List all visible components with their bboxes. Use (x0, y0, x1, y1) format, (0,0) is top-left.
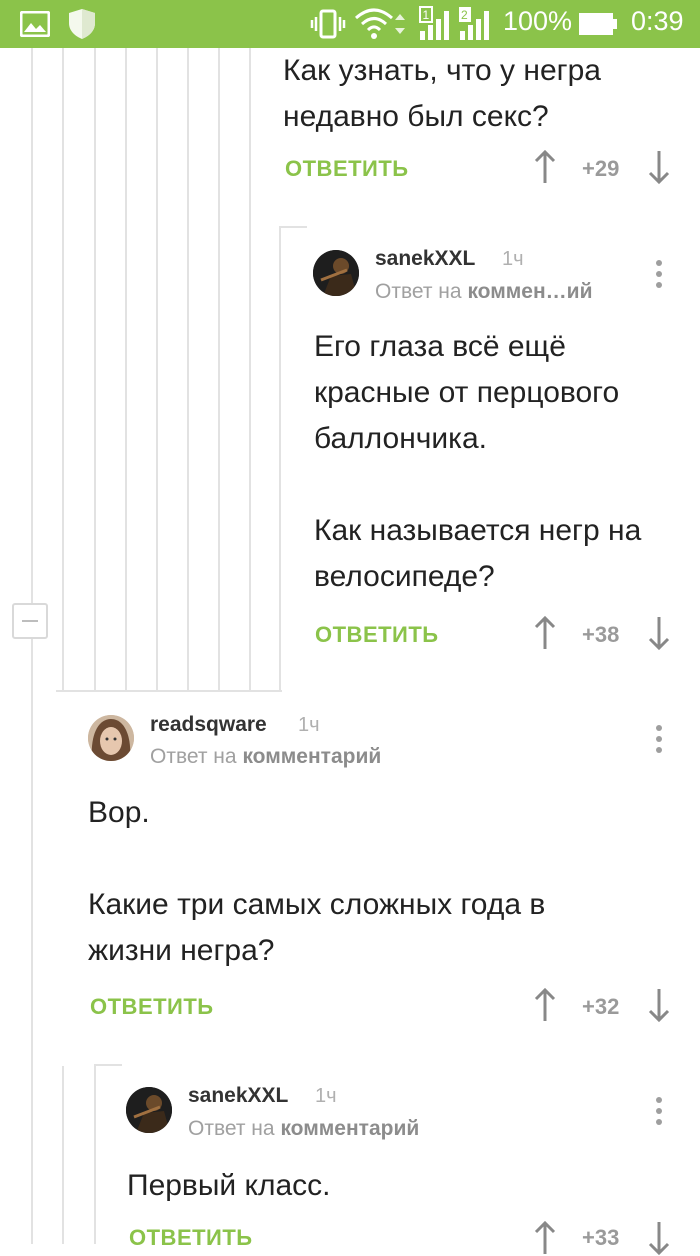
downvote-icon[interactable] (647, 615, 671, 651)
battery-percent: 100% (503, 6, 573, 36)
svg-text:2: 2 (461, 8, 468, 22)
gallery-icon (20, 11, 50, 37)
reply-button[interactable]: ОТВЕТИТЬ (90, 994, 214, 1020)
reply-to[interactable]: Ответ на коммен…ий (375, 280, 592, 304)
reply-to[interactable]: Ответ на комментарий (150, 745, 381, 769)
downvote-icon[interactable] (647, 1220, 671, 1256)
wifi-icon (355, 8, 405, 39)
avatar[interactable] (126, 1087, 172, 1133)
avatar[interactable] (88, 715, 134, 761)
upvote-icon[interactable] (533, 1220, 557, 1256)
upvote-icon[interactable] (533, 987, 557, 1023)
reply-to[interactable]: Ответ на комментарий (188, 1117, 419, 1141)
reply-button[interactable]: ОТВЕТИТЬ (315, 622, 439, 648)
comment-text: Вор. Какие три самых сложных года в жизн… (88, 796, 546, 967)
comment-text: Его глаза всё ещё красные от перцового б… (314, 330, 642, 593)
svg-text:1: 1 (423, 8, 430, 22)
more-options-icon[interactable] (655, 260, 663, 293)
downvote-icon[interactable] (647, 149, 671, 185)
more-options-icon[interactable] (655, 1097, 663, 1130)
reply-button[interactable]: ОТВЕТИТЬ (285, 156, 409, 182)
comment-author[interactable]: readsqware (150, 713, 267, 737)
comment-text: Как узнать, что у негра недавно был секс… (283, 54, 601, 133)
comment-author[interactable]: sanekXXL (375, 247, 475, 271)
battery-icon (579, 13, 617, 35)
upvote-icon[interactable] (533, 149, 557, 185)
reply-button[interactable]: ОТВЕТИТЬ (129, 1225, 253, 1251)
comment-rating: +38 (582, 622, 620, 647)
comment-rating: +33 (582, 1225, 620, 1250)
comment-time: 1ч (502, 248, 524, 270)
upvote-icon[interactable] (533, 615, 557, 651)
signal-sim2-icon: 2 (459, 7, 489, 40)
collapse-thread-button[interactable] (12, 603, 48, 639)
vibrate-icon (310, 9, 346, 39)
downvote-icon[interactable] (647, 987, 671, 1023)
status-bar: 1 2 100% 0:39 (0, 0, 700, 48)
avatar[interactable] (313, 250, 359, 296)
comment-time: 1ч (315, 1085, 337, 1107)
comment-rating: +29 (582, 156, 620, 181)
more-options-icon[interactable] (655, 725, 663, 758)
comment-time: 1ч (298, 714, 320, 736)
comment-text: Первый класс. (127, 1169, 331, 1202)
clock: 0:39 (631, 6, 684, 36)
comment-author[interactable]: sanekXXL (188, 1084, 288, 1108)
shield-icon (69, 9, 95, 39)
comment-rating: +32 (582, 994, 620, 1019)
signal-sim1-icon: 1 (419, 6, 449, 40)
